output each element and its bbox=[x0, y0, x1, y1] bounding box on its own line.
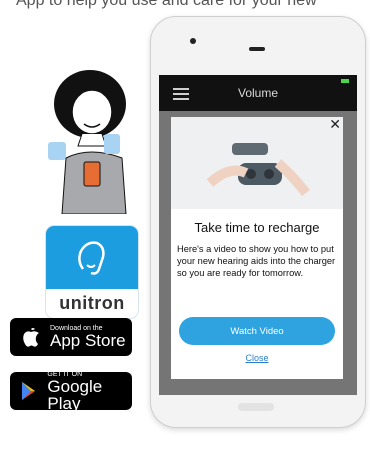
menu-icon[interactable] bbox=[173, 88, 189, 100]
apple-icon bbox=[16, 326, 46, 348]
hearing-aid-icon bbox=[78, 240, 105, 275]
app-store-big: App Store bbox=[50, 331, 126, 350]
close-link[interactable]: Close bbox=[171, 353, 343, 363]
app-navbar: Volume bbox=[159, 75, 357, 111]
charger-photo bbox=[171, 117, 343, 209]
app-brand-label: unitron bbox=[46, 289, 138, 318]
modal-heading: Take time to recharge bbox=[194, 220, 320, 235]
battery-icon bbox=[341, 79, 349, 83]
google-play-badge[interactable]: GET IT ON Google Play bbox=[10, 371, 132, 413]
google-play-big: Google Play bbox=[47, 376, 103, 413]
person-illustration bbox=[48, 70, 127, 214]
unitron-app-icon[interactable]: unitron bbox=[46, 226, 138, 318]
intro-text: App to help you use and care for your ne… bbox=[16, 0, 317, 9]
phone-camera bbox=[190, 38, 196, 44]
recharge-modal: ✕ Take time to recharge Here's a video t… bbox=[171, 117, 343, 379]
watch-video-button[interactable]: Watch Video bbox=[179, 317, 335, 345]
google-play-icon bbox=[16, 380, 43, 402]
modal-body: Here's a video to show you how to put yo… bbox=[177, 244, 336, 279]
phone-speaker bbox=[249, 47, 265, 51]
navbar-title: Volume bbox=[237, 86, 279, 100]
phone-mockup: Volume ✕ Take time to recharge Here's a … bbox=[150, 16, 366, 428]
home-button[interactable] bbox=[238, 403, 274, 411]
close-icon[interactable]: ✕ bbox=[329, 117, 341, 131]
phone-screen: Volume ✕ Take time to recharge Here's a … bbox=[159, 75, 357, 395]
app-store-badge[interactable]: Download on the App Store bbox=[10, 318, 132, 356]
